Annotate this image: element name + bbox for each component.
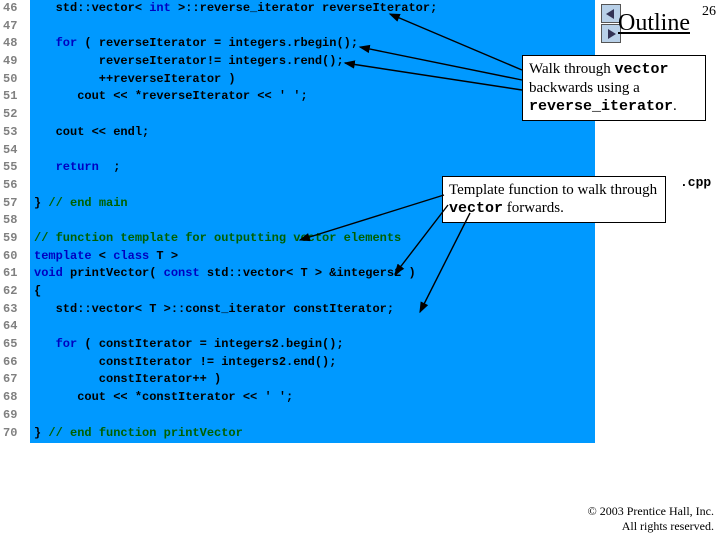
code-line: cout << *reverseIterator << ' '; (30, 88, 595, 106)
outline-heading: Outline (618, 10, 690, 37)
copyright-notice: © 2003 Prentice Hall, Inc. All rights re… (588, 504, 714, 534)
code-line (30, 142, 595, 160)
code-line: } // end function printVector (30, 425, 595, 443)
code-line: std::vector< T >::const_iterator constIt… (30, 301, 595, 319)
line-number: 64 (0, 318, 30, 336)
callout-reverse-iterator: Walk through vector backwards using a re… (522, 55, 706, 121)
code-line: constIterator++ ) (30, 371, 595, 389)
code-line: // function template for outputting vect… (30, 230, 595, 248)
callout-template-function: Template function to walk through vector… (442, 176, 666, 223)
line-number-gutter: 4647484950515253545556575859606162636465… (0, 0, 30, 443)
callout-text: Template function to walk through (449, 182, 657, 198)
copyright-line: © 2003 Prentice Hall, Inc. (588, 504, 714, 518)
triangle-left-icon (606, 9, 616, 19)
code-line (30, 18, 595, 36)
line-number: 54 (0, 142, 30, 160)
line-number: 70 (0, 425, 30, 443)
line-number: 65 (0, 336, 30, 354)
code-line: constIterator != integers2.end(); (30, 354, 595, 372)
line-number: 66 (0, 354, 30, 372)
code-line: ++reverseIterator ) (30, 71, 595, 89)
code-line: return ; (30, 159, 595, 177)
callout-text: forwards. (503, 200, 564, 216)
line-number: 63 (0, 301, 30, 319)
line-number: 46 (0, 0, 30, 18)
code-line: template < class T > (30, 248, 595, 266)
page-number: 26 (702, 4, 716, 20)
copyright-line: All rights reserved. (622, 519, 714, 533)
callout-text: . (673, 98, 677, 114)
triangle-right-icon (606, 29, 616, 39)
callout-mono: vector (449, 200, 503, 217)
code-line (30, 318, 595, 336)
line-number: 53 (0, 124, 30, 142)
code-line: std::vector< int >::reverse_iterator rev… (30, 0, 595, 18)
code-line: void printVector( const std::vector< T >… (30, 265, 595, 283)
code-line: reverseIterator!= integers.rend(); (30, 53, 595, 71)
line-number: 50 (0, 71, 30, 89)
line-number: 58 (0, 212, 30, 230)
line-number: 59 (0, 230, 30, 248)
callout-text: Walk through (529, 61, 614, 77)
line-number: 48 (0, 35, 30, 53)
code-line: cout << *constIterator << ' '; (30, 389, 595, 407)
code-line: { (30, 283, 595, 301)
line-number: 62 (0, 283, 30, 301)
line-number: 67 (0, 371, 30, 389)
code-line (30, 106, 595, 124)
line-number: 69 (0, 407, 30, 425)
callout-text: backwards using a (529, 80, 640, 96)
line-number: 57 (0, 195, 30, 213)
line-number: 61 (0, 265, 30, 283)
line-number: 51 (0, 88, 30, 106)
line-number: 60 (0, 248, 30, 266)
line-number: 68 (0, 389, 30, 407)
line-number: 56 (0, 177, 30, 195)
file-suffix-label: .cpp (680, 175, 711, 190)
line-number: 52 (0, 106, 30, 124)
line-number: 49 (0, 53, 30, 71)
code-line (30, 407, 595, 425)
callout-mono: vector (614, 61, 668, 78)
code-line: cout << endl; (30, 124, 595, 142)
callout-mono: reverse_iterator (529, 98, 673, 115)
line-number: 47 (0, 18, 30, 36)
code-line: for ( constIterator = integers2.begin(); (30, 336, 595, 354)
code-line: for ( reverseIterator = integers.rbegin(… (30, 35, 595, 53)
line-number: 55 (0, 159, 30, 177)
